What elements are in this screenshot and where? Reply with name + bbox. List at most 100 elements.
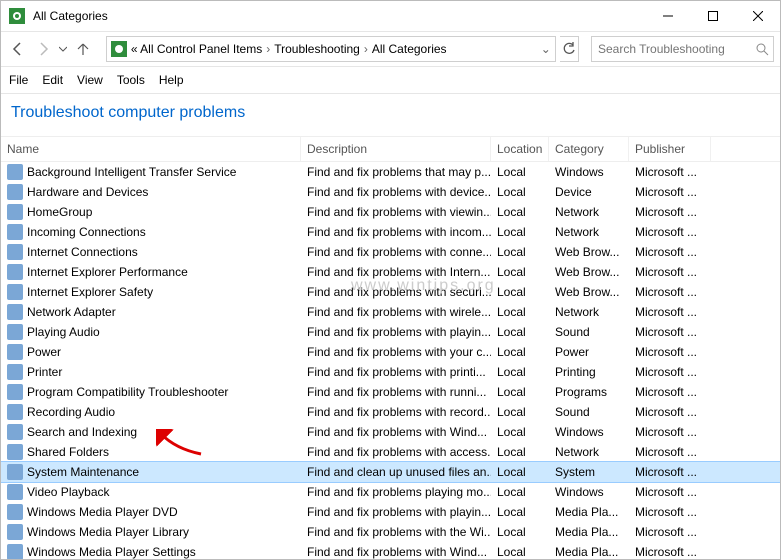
chevron-down-icon[interactable]: ⌄ xyxy=(541,42,551,56)
table-row[interactable]: Incoming ConnectionsFind and fix problem… xyxy=(1,222,780,242)
table-row[interactable]: Hardware and DevicesFind and fix problem… xyxy=(1,182,780,202)
table-row[interactable]: Playing AudioFind and fix problems with … xyxy=(1,322,780,342)
cell-description: Find and fix problems playing mo... xyxy=(301,482,491,502)
row-name: Windows Media Player DVD xyxy=(27,505,178,519)
cell-publisher: Microsoft ... xyxy=(629,382,711,402)
col-location[interactable]: Location xyxy=(491,137,549,161)
cell-description: Find and fix problems with runni... xyxy=(301,382,491,402)
cell-category: Network xyxy=(549,442,629,462)
col-name[interactable]: Name xyxy=(1,137,301,161)
menu-tools[interactable]: Tools xyxy=(117,73,145,87)
table-row[interactable]: Internet Connections Find and fix problem… xyxy=(1,242,780,262)
table-row[interactable]: Search and IndexingFind and fix problems… xyxy=(1,422,780,442)
row-name: Background Intelligent Transfer Service xyxy=(27,165,236,179)
cell-category: Web Brow... xyxy=(549,262,629,282)
cell-publisher: Microsoft ... xyxy=(629,162,711,182)
row-name: Incoming Connections xyxy=(27,225,146,239)
menu-view[interactable]: View xyxy=(77,73,103,87)
troubleshooter-icon xyxy=(7,264,23,280)
close-button[interactable] xyxy=(735,1,780,31)
cell-publisher: Microsoft ... xyxy=(629,422,711,442)
table-row[interactable]: Shared FoldersFind and fix problems with… xyxy=(1,442,780,462)
cell-category: Windows xyxy=(549,482,629,502)
troubleshooter-icon xyxy=(7,544,23,559)
table-row[interactable]: Video Playback Find and fix problems play… xyxy=(1,482,780,502)
table-row[interactable]: Windows Media Player LibraryFind and fix… xyxy=(1,522,780,542)
troubleshooter-icon xyxy=(7,484,23,500)
cell-location: Local xyxy=(491,482,549,502)
cell-category: Windows xyxy=(549,422,629,442)
recent-dropdown[interactable] xyxy=(57,37,68,61)
row-name: Video Playback xyxy=(27,485,110,499)
column-headers[interactable]: Name Description Location Category Publi… xyxy=(1,136,780,162)
table-row[interactable]: Background Intelligent Transfer ServiceF… xyxy=(1,162,780,182)
cell-category: System xyxy=(549,462,629,482)
cell-description: Find and fix problems with conne... xyxy=(301,242,491,262)
cell-publisher: Microsoft ... xyxy=(629,302,711,322)
search-box[interactable] xyxy=(591,36,774,62)
col-description[interactable]: Description xyxy=(301,137,491,161)
table-row[interactable]: System MaintenanceFind and clean up unus… xyxy=(1,462,780,482)
table-row[interactable]: Internet Explorer SafetyFind and fix pro… xyxy=(1,282,780,302)
refresh-button[interactable] xyxy=(560,36,579,62)
row-name: Internet Connections xyxy=(27,245,138,259)
cell-name: Internet Explorer Safety xyxy=(1,282,301,302)
cell-category: Printing xyxy=(549,362,629,382)
cell-name: Printer xyxy=(1,362,301,382)
breadcrumb-prefix[interactable]: « All Control Panel Items xyxy=(131,42,262,56)
breadcrumb-item[interactable]: Troubleshooting xyxy=(274,42,360,56)
cell-name: Incoming Connections xyxy=(1,222,301,242)
cell-name: Windows Media Player Library xyxy=(1,522,301,542)
address-bar[interactable]: « All Control Panel Items › Troubleshoot… xyxy=(106,36,556,62)
cell-publisher: Microsoft ... xyxy=(629,222,711,242)
table-row[interactable]: PrinterFind and fix problems with printi… xyxy=(1,362,780,382)
table-row[interactable]: Windows Media Player DVDFind and fix pro… xyxy=(1,502,780,522)
back-button[interactable] xyxy=(7,37,28,61)
title-bar[interactable]: All Categories xyxy=(1,1,780,31)
cell-publisher: Microsoft ... xyxy=(629,182,711,202)
menu-help[interactable]: Help xyxy=(159,73,184,87)
col-publisher[interactable]: Publisher xyxy=(629,137,711,161)
menu-bar: File Edit View Tools Help xyxy=(1,67,780,94)
table-row[interactable]: Windows Media Player SettingsFind and fi… xyxy=(1,542,780,559)
cell-category: Programs xyxy=(549,382,629,402)
troubleshooter-icon xyxy=(7,364,23,380)
table-row[interactable]: PowerFind and fix problems with your c..… xyxy=(1,342,780,362)
troubleshooter-icon xyxy=(7,184,23,200)
cell-publisher: Microsoft ... xyxy=(629,502,711,522)
table-row[interactable]: Internet Explorer Performance Find and fi… xyxy=(1,262,780,282)
chevron-right-icon[interactable]: › xyxy=(266,42,270,56)
maximize-button[interactable] xyxy=(690,1,735,31)
table-row[interactable]: Program Compatibility TroubleshooterFind… xyxy=(1,382,780,402)
cell-location: Local xyxy=(491,322,549,342)
cell-category: Media Pla... xyxy=(549,502,629,522)
cell-name: System Maintenance xyxy=(1,462,301,482)
breadcrumb-item[interactable]: All Categories xyxy=(372,42,447,56)
chevron-right-icon[interactable]: › xyxy=(364,42,368,56)
menu-file[interactable]: File xyxy=(9,73,28,87)
table-row[interactable]: Network AdapterFind and fix problems wit… xyxy=(1,302,780,322)
search-input[interactable] xyxy=(596,41,755,57)
up-button[interactable] xyxy=(72,37,93,61)
cell-description: Find and fix problems with Intern... xyxy=(301,262,491,282)
cell-category: Media Pla... xyxy=(549,522,629,542)
cell-location: Local xyxy=(491,242,549,262)
explorer-window: All Categories « All Control Panel Items… xyxy=(0,0,781,560)
cell-category: Windows xyxy=(549,162,629,182)
forward-button[interactable] xyxy=(32,37,53,61)
table-row[interactable]: HomeGroupFind and fix problems with view… xyxy=(1,202,780,222)
troubleshooter-icon xyxy=(7,304,23,320)
row-name: Power xyxy=(27,345,61,359)
troubleshooter-icon xyxy=(7,224,23,240)
page-heading: Troubleshoot computer problems xyxy=(1,94,780,136)
minimize-button[interactable] xyxy=(645,1,690,31)
cell-description: Find and fix problems with printi... xyxy=(301,362,491,382)
cell-category: Device xyxy=(549,182,629,202)
menu-edit[interactable]: Edit xyxy=(42,73,63,87)
cell-description: Find and clean up unused files an... xyxy=(301,462,491,482)
row-name: Internet Explorer Performance xyxy=(27,265,188,279)
search-icon[interactable] xyxy=(755,42,769,56)
cell-publisher: Microsoft ... xyxy=(629,322,711,342)
col-category[interactable]: Category xyxy=(549,137,629,161)
table-row[interactable]: Recording AudioFind and fix problems wit… xyxy=(1,402,780,422)
